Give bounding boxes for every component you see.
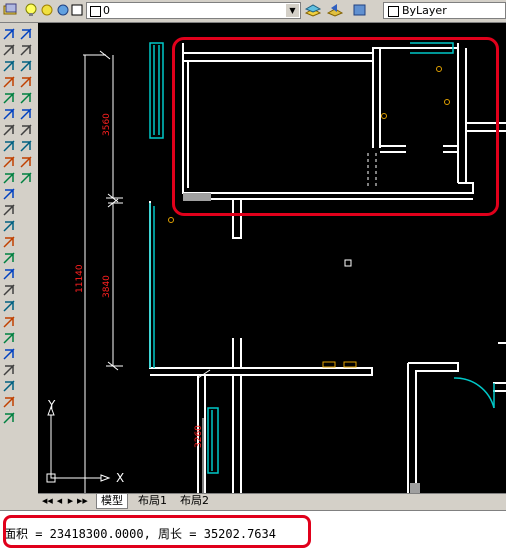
layer-name: 0 bbox=[103, 4, 110, 17]
ucs-x-label: X bbox=[116, 471, 124, 485]
revcloud-icon[interactable] bbox=[2, 139, 16, 153]
scale-icon[interactable] bbox=[19, 43, 33, 57]
move-icon[interactable] bbox=[2, 411, 16, 425]
trim-icon[interactable] bbox=[19, 75, 33, 89]
layer-states-icon[interactable] bbox=[352, 3, 366, 17]
xline-icon[interactable] bbox=[2, 43, 16, 57]
layer-color-swatch bbox=[90, 6, 101, 17]
ellipse-arc-icon[interactable] bbox=[2, 187, 16, 201]
rectangle-icon[interactable] bbox=[2, 91, 16, 105]
layer-manager-icon[interactable] bbox=[3, 3, 17, 17]
first-tab-icon[interactable]: ◀◀ bbox=[42, 496, 53, 506]
erase-icon[interactable] bbox=[2, 331, 16, 345]
layer-previous-icon[interactable] bbox=[326, 3, 344, 17]
break-icon[interactable] bbox=[19, 107, 33, 121]
stretch-icon[interactable] bbox=[19, 59, 33, 73]
highlight-region bbox=[172, 37, 499, 216]
plot-icon[interactable] bbox=[70, 3, 84, 17]
point-icon[interactable] bbox=[2, 235, 16, 249]
dim-label-11140: 11140 bbox=[75, 264, 85, 293]
pline-icon[interactable] bbox=[2, 59, 16, 73]
chamfer-icon[interactable] bbox=[19, 139, 33, 153]
extend-icon[interactable] bbox=[19, 91, 33, 105]
ucs-y-label: Y bbox=[47, 398, 56, 412]
last-tab-icon[interactable]: ▶▶ bbox=[77, 496, 88, 506]
tab-layout2[interactable]: 布局2 bbox=[176, 494, 213, 508]
table-icon[interactable] bbox=[2, 299, 16, 313]
polygon-icon[interactable] bbox=[2, 75, 16, 89]
ellipse-icon[interactable] bbox=[2, 171, 16, 185]
tab-layout1[interactable]: 布局1 bbox=[134, 494, 171, 508]
chevron-down-icon[interactable]: ▼ bbox=[286, 4, 299, 17]
dim-label-3560: 3560 bbox=[102, 113, 112, 136]
color-dropdown[interactable]: ByLayer bbox=[383, 2, 506, 19]
copy-icon[interactable] bbox=[2, 347, 16, 361]
layer-dropdown[interactable]: 0 ▼ bbox=[86, 2, 301, 19]
region-icon[interactable] bbox=[2, 283, 16, 297]
lightbulb-icon[interactable] bbox=[24, 3, 38, 17]
sun-icon[interactable] bbox=[40, 3, 54, 17]
tab-model[interactable]: 模型 bbox=[96, 494, 128, 509]
circle-icon[interactable] bbox=[2, 123, 16, 137]
ucs-icon bbox=[46, 405, 111, 483]
arc-icon[interactable] bbox=[2, 107, 16, 121]
join-icon[interactable] bbox=[19, 123, 33, 137]
spline-icon[interactable] bbox=[2, 155, 16, 169]
layer-toolbar: 0 ▼ ByLayer bbox=[0, 0, 506, 23]
prev-tab-icon[interactable]: ◀ bbox=[55, 496, 64, 506]
fillet-icon[interactable] bbox=[19, 155, 33, 169]
array-icon[interactable] bbox=[2, 395, 16, 409]
color-swatch bbox=[388, 6, 399, 17]
layout-tabs: ◀◀ ◀ ▶ ▶▶ 模型 布局1 布局2 bbox=[38, 493, 506, 509]
offset-icon[interactable] bbox=[2, 379, 16, 393]
next-tab-icon[interactable]: ▶ bbox=[66, 496, 75, 506]
explode-icon[interactable] bbox=[19, 171, 33, 185]
lock-icon[interactable] bbox=[56, 3, 70, 17]
make-current-layer-icon[interactable] bbox=[304, 3, 322, 17]
mirror-icon[interactable] bbox=[2, 363, 16, 377]
gradient-icon[interactable] bbox=[2, 267, 16, 281]
command-highlight bbox=[3, 515, 311, 548]
rotate-icon[interactable] bbox=[19, 27, 33, 41]
draw-modify-toolbar bbox=[0, 23, 39, 428]
insert-block-icon[interactable] bbox=[2, 203, 16, 217]
mtext-icon[interactable] bbox=[2, 315, 16, 329]
dim-label-3260: 3260 bbox=[194, 425, 204, 448]
color-value: ByLayer bbox=[402, 4, 447, 17]
make-block-icon[interactable] bbox=[2, 219, 16, 233]
line-icon[interactable] bbox=[2, 27, 16, 41]
hatch-icon[interactable] bbox=[2, 251, 16, 265]
dim-label-3840: 3840 bbox=[102, 275, 112, 298]
